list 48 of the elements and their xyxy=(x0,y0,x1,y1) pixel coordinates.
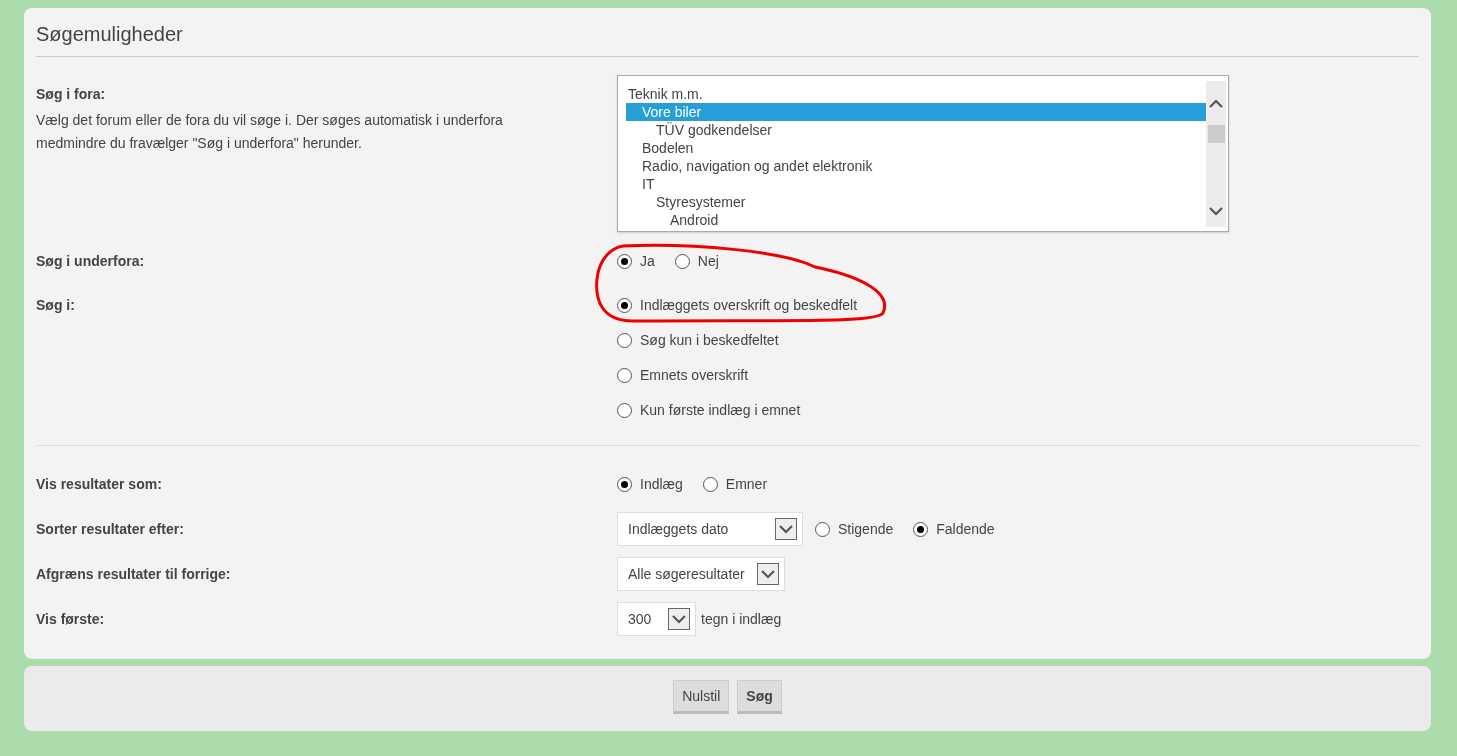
radio-button[interactable] xyxy=(617,332,632,348)
radio-label[interactable]: Indlæg xyxy=(640,476,683,492)
radio-button[interactable] xyxy=(617,253,632,269)
caret-icon xyxy=(757,563,779,585)
radio-label[interactable]: Kun første indlæg i emnet xyxy=(640,402,801,418)
radio-label[interactable]: Emner xyxy=(725,476,768,492)
field-label: Sorter resultater efter: xyxy=(36,520,185,539)
radio-label[interactable]: Faldende xyxy=(936,521,995,537)
field-description: Vælg det forum eller de fora du vil søge i. Der søges automatisk i underfora medmindre du fravælger "Søg i underfora" herunder. xyxy=(36,111,504,153)
caret-icon xyxy=(775,518,797,540)
panel-title: Søgemuligheder xyxy=(36,8,1419,57)
radio-button[interactable] xyxy=(702,476,718,492)
radio-label[interactable]: Søg kun i beskedfeltet xyxy=(640,332,779,348)
dropdown[interactable]: Indlæggets dato xyxy=(617,512,803,546)
radio-button[interactable] xyxy=(617,402,632,418)
radio-button[interactable] xyxy=(815,521,830,537)
field-label: Vis resultater som: xyxy=(36,475,163,494)
forum-list-item[interactable]: Bodelen xyxy=(626,139,1206,157)
forum-list[interactable]: Teknik m.m. Vore biler TÜV godkendelser Bodelen Radio, navigation og andet elektronik IT Styresystemer Android xyxy=(617,75,1229,232)
forum-list-item[interactable]: Styresystemer xyxy=(626,193,1206,211)
field-label: Søg i underfora: xyxy=(36,252,146,271)
radio-label[interactable]: Ja xyxy=(640,253,655,269)
dropdown[interactable]: Alle søgeresultater xyxy=(617,557,785,591)
radio-label[interactable]: Indlæggets overskrift og beskedfelt xyxy=(640,297,858,313)
radio-label[interactable]: Stigende xyxy=(838,521,894,537)
scrollbar[interactable] xyxy=(1206,81,1226,227)
radio-button[interactable] xyxy=(674,253,690,269)
field-label: Vis første: xyxy=(36,610,106,629)
radio-button[interactable] xyxy=(617,297,632,313)
forum-list-item[interactable]: TÜV godkendelser xyxy=(626,121,1206,139)
search-button[interactable]: Søg xyxy=(737,680,782,714)
forum-list-item[interactable]: IT xyxy=(626,175,1206,193)
forum-list-item[interactable]: Radio, navigation og andet elektronik xyxy=(626,157,1206,175)
reset-button[interactable]: Nulstil xyxy=(673,680,730,714)
field-label: Søg i: xyxy=(36,296,76,315)
radio-button[interactable] xyxy=(617,476,632,492)
radio-label[interactable]: Nej xyxy=(697,253,719,269)
radio-button[interactable] xyxy=(617,367,632,383)
caret-icon xyxy=(668,608,690,630)
field-label: Afgræns resultater til forrige: xyxy=(36,565,232,584)
forum-list-item[interactable]: Android xyxy=(626,211,1206,229)
radio-label[interactable]: Emnets overskrift xyxy=(640,367,749,383)
radio-button[interactable] xyxy=(913,521,929,537)
scrollbar-thumb[interactable] xyxy=(1207,125,1225,143)
dropdown[interactable]: 300 xyxy=(617,602,696,636)
forum-list-item[interactable]: Teknik m.m. xyxy=(626,85,1206,103)
field-label: Søg i fora: xyxy=(36,85,107,104)
field-suffix: tegn i indlæg xyxy=(701,611,782,627)
